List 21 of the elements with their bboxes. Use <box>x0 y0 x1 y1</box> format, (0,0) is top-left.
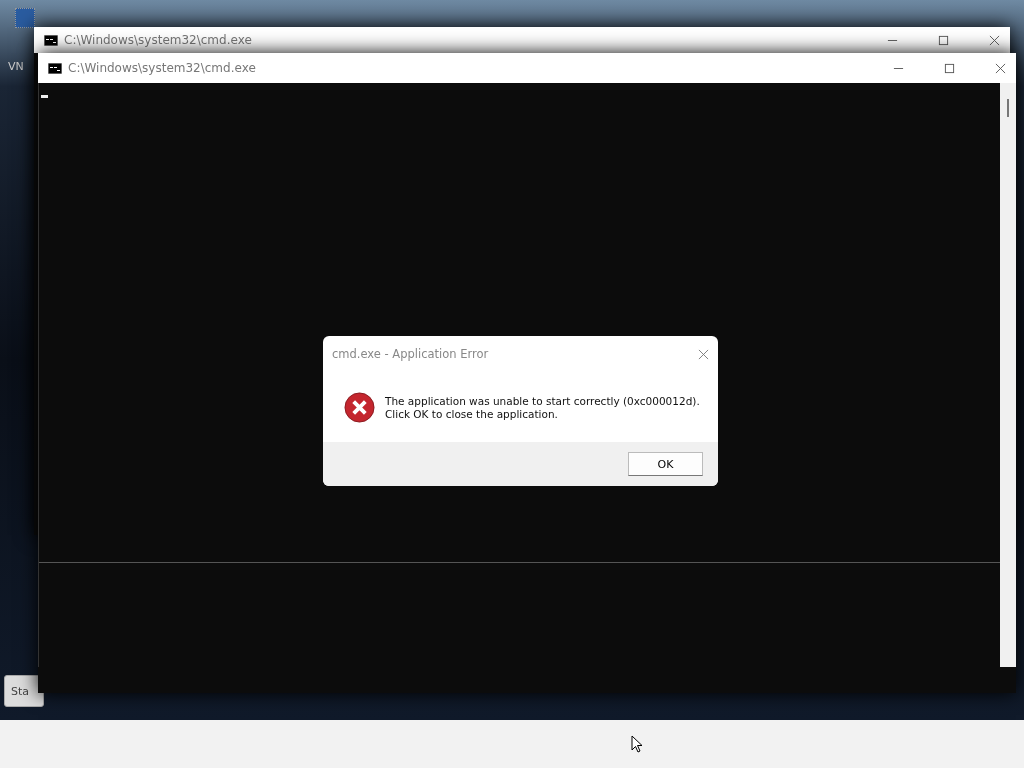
scrollbar-thumb[interactable] <box>1007 99 1009 117</box>
desktop-icon[interactable] <box>15 8 35 28</box>
start-button[interactable]: Sta <box>4 675 44 707</box>
close-icon[interactable] <box>995 62 1006 74</box>
error-message: The application was unable to start correctly (0xc000012d). <box>385 394 700 408</box>
mouse-pointer-icon <box>631 735 643 753</box>
console-icon <box>44 34 58 46</box>
close-icon[interactable] <box>989 34 1000 46</box>
window-title: C:\Windows\system32\cmd.exe <box>68 61 256 75</box>
close-icon[interactable] <box>698 348 709 360</box>
window-title: C:\Windows\system32\cmd.exe <box>64 33 252 47</box>
error-message: Click OK to close the application. <box>385 407 559 421</box>
maximize-icon[interactable] <box>938 34 949 46</box>
text-cursor <box>41 95 48 98</box>
error-icon <box>344 392 375 423</box>
console-icon <box>48 62 62 74</box>
desktop-icon-label: VN <box>8 60 24 73</box>
ok-button[interactable]: OK <box>628 452 703 476</box>
maximize-icon[interactable] <box>944 62 955 74</box>
dialog-title: cmd.exe - Application Error <box>332 347 489 361</box>
scrollbar[interactable] <box>1000 83 1016 667</box>
